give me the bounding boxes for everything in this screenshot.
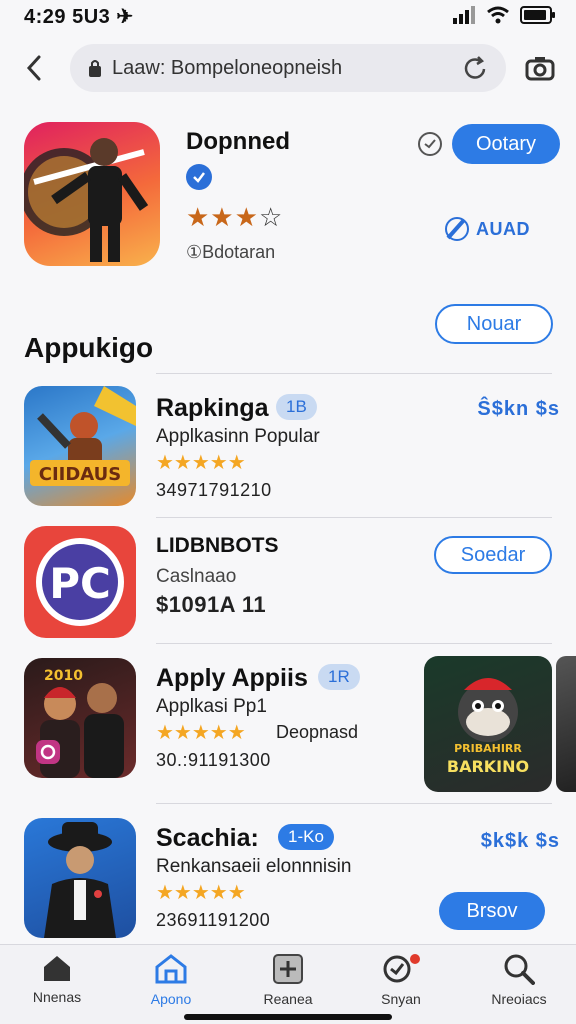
tab-label: Nnenas <box>32 989 82 1005</box>
status-time: 4:29 5U3 ✈ <box>24 6 134 28</box>
app-badge: 1R <box>318 664 360 690</box>
app-download-count: 30.:91191300 <box>156 750 271 770</box>
tab-updates[interactable]: Snyan <box>346 953 456 1015</box>
app-extra-label: Deopnasd <box>276 722 359 742</box>
tab-apps[interactable]: Apono <box>116 953 226 1015</box>
app-rating-stars: ★★★★★ <box>156 452 246 474</box>
tab-add[interactable]: Reanea <box>233 953 343 1015</box>
status-icons <box>452 6 556 24</box>
wifi-icon <box>487 6 509 24</box>
plus-icon <box>273 954 303 984</box>
battery-icon <box>520 6 555 24</box>
person-illustration <box>24 138 149 262</box>
featured-app-title: Dopnned <box>186 128 290 155</box>
pc-logo-illustration: PC <box>36 538 124 626</box>
brand-text: AUAD <box>476 218 530 239</box>
camera-icon <box>525 57 555 81</box>
status-bar: 4:29 5U3 ✈ <box>0 0 576 34</box>
signal-icon <box>453 6 475 24</box>
store-icon <box>155 954 187 984</box>
chevron-left-icon <box>26 55 41 81</box>
app-action-button[interactable]: Brsov <box>439 892 545 930</box>
app-name: Scachia: <box>156 824 259 852</box>
banner-text: BARKINO <box>447 757 529 776</box>
lock-icon <box>89 60 101 77</box>
search-icon <box>504 954 535 985</box>
game-illustration: CIIDAUS <box>30 386 136 486</box>
people-illustration: 2010 <box>36 668 124 778</box>
featured-rating-count: ①Bdotaran <box>186 242 276 262</box>
section-title: Appukigo <box>24 332 154 363</box>
reload-button[interactable] <box>460 54 490 84</box>
app-icon[interactable] <box>24 818 136 938</box>
divider <box>156 643 552 644</box>
svg-text:2010: 2010 <box>44 668 83 684</box>
app-price[interactable]: Ŝ$kn $s <box>477 398 560 421</box>
app-download-count: 23691191200 <box>156 910 271 930</box>
secondary-action-button[interactable]: Nouar <box>435 304 553 344</box>
banner-top-text: PRIBAHIRR <box>454 742 522 755</box>
svg-text:PC: PC <box>49 559 111 608</box>
camera-button[interactable] <box>522 50 558 86</box>
url-field[interactable]: Laaw: Bompeloneopneish <box>70 44 506 92</box>
banner-thumbnail-peek[interactable] <box>556 656 576 792</box>
app-subtitle: Applkasinn Popular <box>156 426 320 447</box>
tab-home[interactable]: Nnenas <box>2 953 112 1015</box>
url-text: Laaw: Bompeloneopneish <box>112 56 343 79</box>
featured-app-icon[interactable] <box>24 122 160 266</box>
clock-icon[interactable] <box>416 130 444 158</box>
app-rating-stars: ★★★★★ <box>156 722 246 744</box>
app-icon[interactable]: PC <box>24 526 136 638</box>
app-list-item[interactable]: PC LIDBNBOTS Caslnaao $1091A 11 Soedar <box>24 526 560 646</box>
brand-mark-icon <box>445 217 469 241</box>
divider <box>156 517 552 518</box>
tab-search[interactable]: Nreoiacs <box>464 953 574 1015</box>
app-download-count: 34971791210 <box>156 480 272 500</box>
featured-app-card[interactable]: Dopnned ★★★☆ ①Bdotaran Ootary AUAD <box>24 122 560 272</box>
app-rating-stars: ★★★★★ <box>156 882 246 904</box>
app-action-button[interactable]: Soedar <box>434 536 552 574</box>
app-list-item[interactable]: Scachia: 1-Ko Renkansaeii elonnnisin ★★★… <box>24 818 560 942</box>
app-badge: 1B <box>276 394 317 420</box>
person-illustration <box>44 822 116 938</box>
back-button[interactable] <box>16 50 52 86</box>
divider <box>156 373 552 374</box>
app-list-item[interactable]: CIIDAUS Rapkinga 1B Applkasinn Popular ★… <box>24 386 560 510</box>
app-price-value: $1091A 11 <box>156 592 267 617</box>
app-name: Apply Appiis <box>156 664 308 692</box>
banner-thumbnail[interactable]: PRIBAHIRR BARKINO <box>424 656 552 792</box>
app-subtitle: Caslnaao <box>156 566 237 587</box>
tab-label: Reanea <box>263 991 313 1007</box>
featured-rating-stars: ★★★☆ <box>186 202 284 232</box>
app-price[interactable]: $k$k $s <box>481 830 560 853</box>
home-icon <box>44 956 70 981</box>
app-name: Rapkinga <box>156 394 269 422</box>
brand-logo: AUAD <box>442 212 542 246</box>
tab-label: Snyan <box>381 991 421 1007</box>
app-icon[interactable]: CIIDAUS <box>24 386 136 506</box>
tab-bar: Nnenas Apono Reanea Snyan Nreoiacs <box>0 944 576 1024</box>
mascot-illustration: PRIBAHIRR BARKINO <box>447 678 529 776</box>
search-badge-icon <box>383 954 420 983</box>
tab-label: Apono <box>150 991 192 1007</box>
app-name: LIDBNBOTS <box>156 534 279 557</box>
app-subtitle: Applkasi Pp1 <box>156 696 267 717</box>
browser-nav-bar: Laaw: Bompeloneopneish <box>0 40 576 96</box>
app-badge: 1-Ko <box>278 824 334 850</box>
app-subtitle: Renkansaeii elonnnisin <box>156 856 352 877</box>
get-button[interactable]: Ootary <box>452 124 560 164</box>
reload-icon <box>464 56 486 79</box>
home-indicator[interactable] <box>184 1014 392 1020</box>
svg-text:CIIDAUS: CIIDAUS <box>39 464 122 485</box>
divider <box>156 803 552 804</box>
verified-badge-icon <box>186 164 212 190</box>
tab-label: Nreoiacs <box>491 991 547 1007</box>
app-icon[interactable]: 2010 <box>24 658 136 778</box>
